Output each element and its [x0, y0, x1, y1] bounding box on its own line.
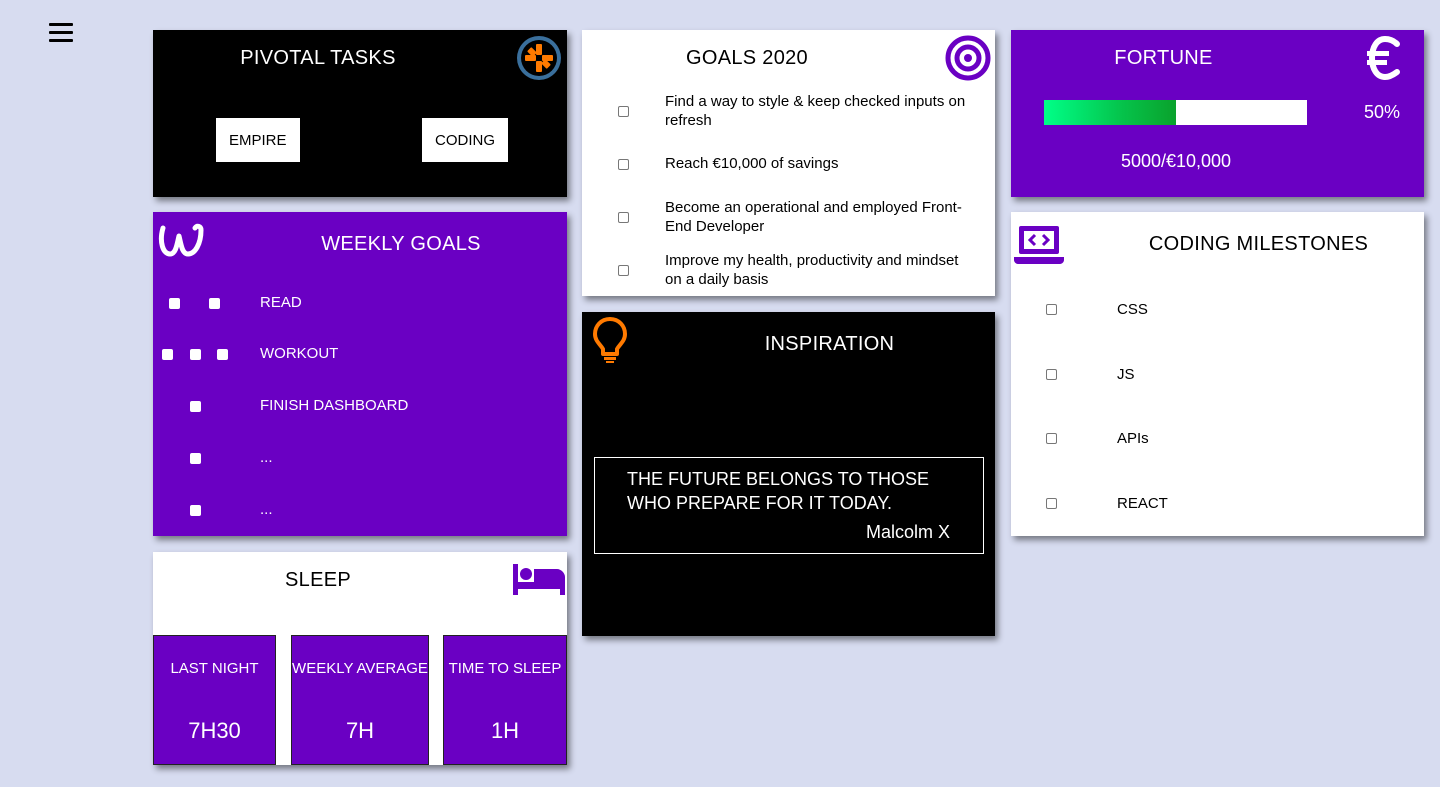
target-icon: [945, 35, 991, 81]
goals-2020-title: GOALS 2020: [686, 47, 808, 69]
sleep-stat-value: 7H: [345, 718, 375, 743]
weekly-goal-label: READ: [260, 294, 302, 311]
savings-percent: 50%: [1364, 102, 1401, 122]
fortune-card: FORTUNE 50% 5000/€10,000: [1011, 30, 1424, 197]
goal-checkbox[interactable]: [618, 212, 629, 223]
milestone-checkbox[interactable]: [1046, 369, 1057, 380]
goal-item: Find a way to style & keep checked input…: [582, 92, 982, 130]
milestone-label: CSS: [1117, 301, 1148, 318]
coding-milestones-title: CODING MILESTONES: [1148, 233, 1369, 255]
weekly-goal-row: FINISH DASHBOARD: [153, 396, 567, 416]
coding-task-button[interactable]: CODING: [422, 118, 508, 162]
milestone-label: APIs: [1117, 430, 1149, 447]
milestone-row: JS: [1011, 365, 1411, 385]
sleep-stat-weekly-average: WEEKLY AVERAGE 7H: [291, 635, 429, 765]
weekly-goal-checkbox[interactable]: [190, 453, 201, 464]
sleep-stat-value: 1H: [490, 718, 520, 743]
pivotal-tasks-card: PIVOTAL TASKS EMPIRE CODING: [153, 30, 567, 197]
pivotal-tracker-logo-icon: [517, 36, 561, 80]
milestone-checkbox[interactable]: [1046, 498, 1057, 509]
sleep-stat-label: TIME TO SLEEP: [448, 660, 562, 677]
quote-text: THE FUTURE BELONGS TO THOSE WHO PREPARE …: [627, 469, 930, 513]
sleep-stat-label: LAST NIGHT: [170, 660, 259, 677]
goal-checkbox[interactable]: [618, 158, 629, 170]
weekly-goal-checkbox[interactable]: [169, 298, 180, 309]
weekly-goal-checkbox[interactable]: [209, 298, 220, 309]
milestone-checkbox[interactable]: [1046, 433, 1057, 444]
hamburger-menu-icon[interactable]: [49, 23, 73, 43]
sleep-card: SLEEP LAST NIGHT 7H30 WEEKLY AVERAGE 7H …: [153, 552, 567, 765]
weekly-goals-title: WEEKLY GOALS: [321, 233, 481, 255]
quote-author: Malcolm X: [865, 522, 950, 542]
weekly-goal-checkbox[interactable]: [190, 505, 201, 516]
bed-icon: [513, 564, 565, 595]
laptop-code-icon: [1014, 226, 1064, 264]
goal-checkbox[interactable]: [618, 265, 629, 276]
milestone-label: REACT: [1117, 495, 1168, 512]
fortune-title: FORTUNE: [1114, 47, 1213, 69]
quote-box: THE FUTURE BELONGS TO THOSE WHO PREPARE …: [594, 457, 984, 554]
milestone-row: APIs: [1011, 429, 1411, 449]
goals-2020-card: GOALS 2020 Find a way to style & keep ch…: [582, 30, 995, 296]
goal-checkbox[interactable]: [618, 106, 629, 117]
goal-text: Become an operational and employed Front…: [665, 199, 962, 235]
weekly-goal-row: READ: [153, 293, 567, 313]
weekly-goal-checkbox[interactable]: [162, 349, 173, 360]
sleep-stat-last-night: LAST NIGHT 7H30: [153, 635, 276, 765]
weekly-goal-label: ...: [260, 449, 273, 466]
empire-task-button[interactable]: EMPIRE: [216, 118, 300, 162]
pivotal-tasks-title: PIVOTAL TASKS: [240, 47, 396, 69]
goal-text: Reach €10,000 of savings: [665, 155, 839, 172]
weekly-goal-label: WORKOUT: [260, 345, 339, 362]
milestone-label: JS: [1117, 366, 1135, 383]
weekly-goal-row: ...: [153, 500, 567, 520]
milestone-checkbox[interactable]: [1046, 304, 1057, 315]
goal-item: Become an operational and employed Front…: [582, 198, 982, 236]
sleep-stat-value: 7H30: [188, 718, 241, 743]
inspiration-card: INSPIRATION THE FUTURE BELONGS TO THOSE …: [582, 312, 995, 636]
euro-icon: [1367, 36, 1400, 80]
weekly-goal-checkbox[interactable]: [217, 349, 228, 360]
weekly-goal-label: FINISH DASHBOARD: [260, 397, 409, 414]
goal-item: Improve my health, productivity and mind…: [582, 251, 982, 289]
weekly-goal-checkbox[interactable]: [190, 401, 201, 412]
weekly-goal-row: WORKOUT: [153, 344, 567, 364]
sleep-stat-time-to-sleep: TIME TO SLEEP 1H: [443, 635, 567, 765]
savings-amount: 5000/€10,000: [1120, 151, 1232, 171]
weekly-goals-card: WEEKLY GOALS READ WORKOUT FINISH DASHBOA…: [153, 212, 567, 536]
goal-text: Find a way to style & keep checked input…: [665, 93, 966, 129]
milestone-row: CSS: [1011, 300, 1411, 320]
coding-milestones-card: CODING MILESTONES CSS JS APIs REACT: [1011, 212, 1424, 536]
inspiration-title: INSPIRATION: [764, 333, 895, 355]
weebly-logo-icon: [158, 223, 204, 257]
savings-progress-bar: [1044, 100, 1307, 125]
sleep-title: SLEEP: [285, 569, 351, 591]
weekly-goal-row: ...: [153, 448, 567, 468]
goal-text: Improve my health, productivity and mind…: [665, 252, 959, 288]
goal-item: Reach €10,000 of savings: [582, 154, 982, 173]
weekly-goal-label: ...: [260, 501, 273, 518]
lightbulb-icon: [593, 317, 627, 363]
milestone-row: REACT: [1011, 494, 1411, 514]
savings-progress-fill: [1044, 100, 1176, 125]
weekly-goal-checkbox[interactable]: [190, 349, 201, 360]
sleep-stat-label: WEEKLY AVERAGE: [292, 660, 428, 677]
